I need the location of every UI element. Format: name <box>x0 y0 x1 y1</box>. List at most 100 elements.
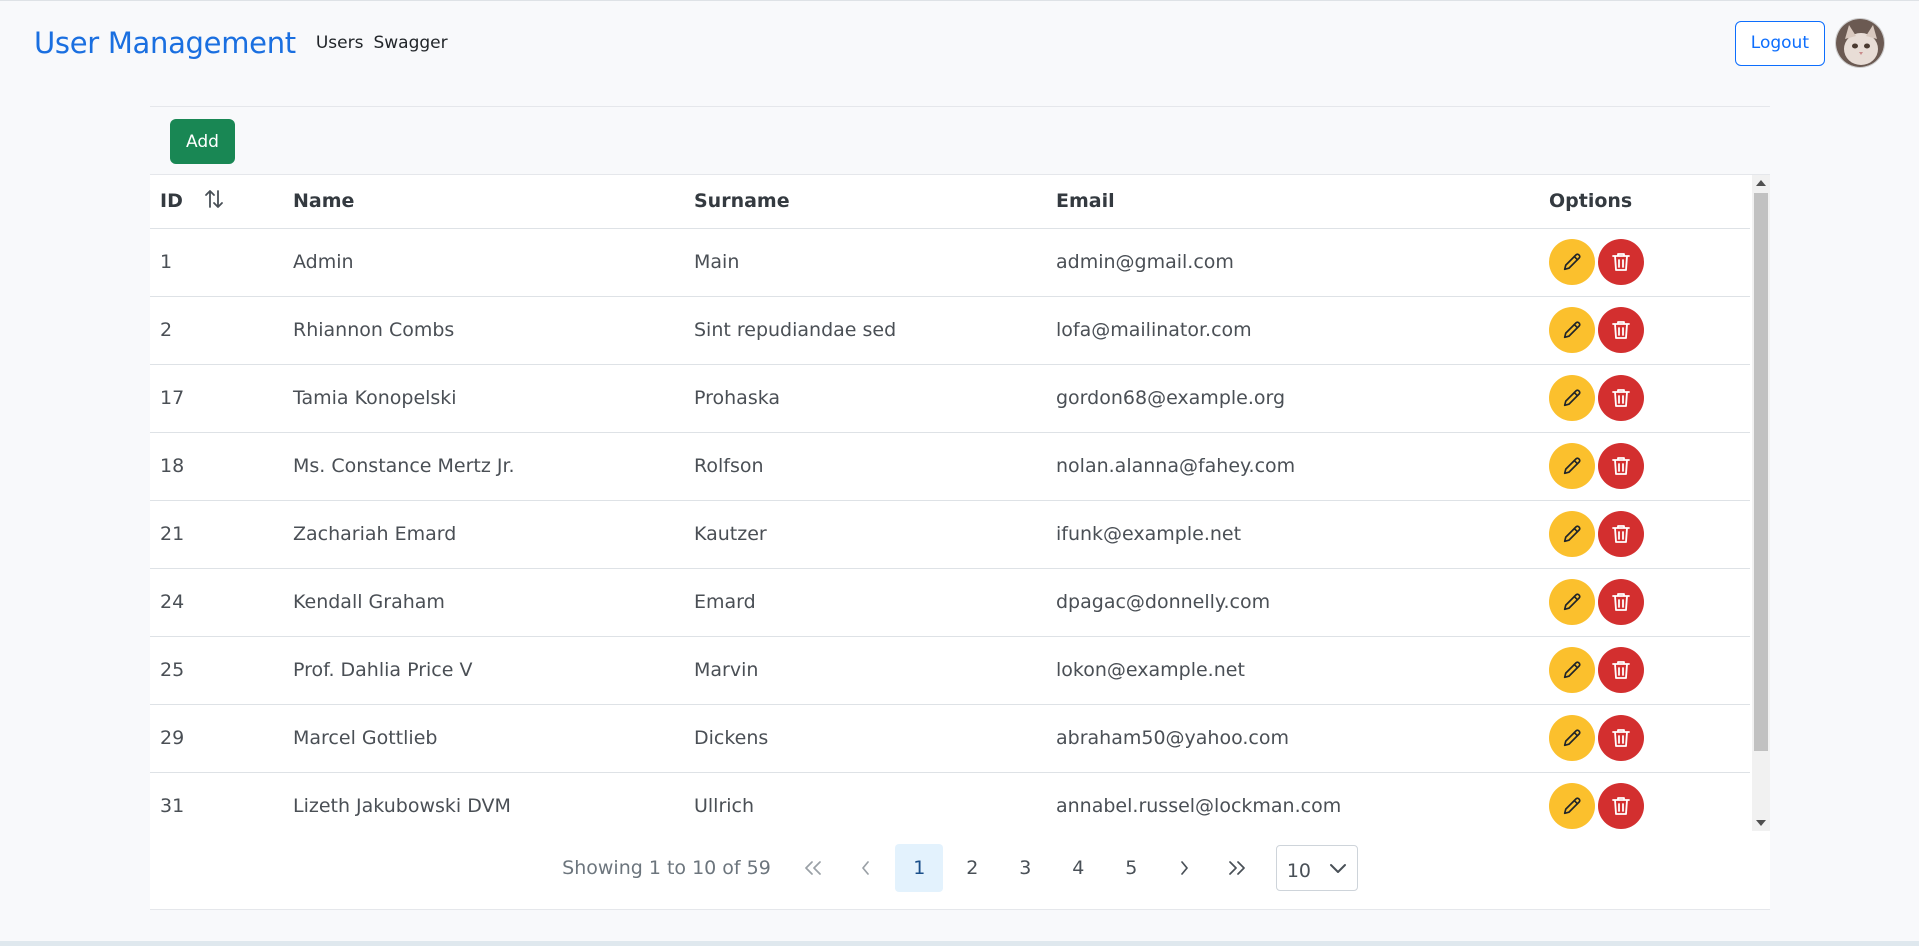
cell-email: lofa@mailinator.com <box>1046 296 1539 365</box>
delete-user-button[interactable] <box>1598 647 1644 693</box>
edit-user-button[interactable] <box>1549 443 1595 489</box>
pencil-icon <box>1561 591 1583 613</box>
cell-name: Ms. Constance Mertz Jr. <box>283 432 684 501</box>
cell-name: Admin <box>283 228 684 297</box>
cell-surname: Main <box>684 228 1046 297</box>
table-scrollbar[interactable] <box>1752 175 1770 831</box>
table-body: 1 Admin Main admin@gmail.com 2 Rhiannon Combs… <box>150 228 1750 831</box>
cell-id: 29 <box>150 704 283 773</box>
cell-options <box>1539 704 1750 773</box>
scroll-up-arrow-icon[interactable] <box>1752 175 1770 191</box>
cell-email: annabel.russel@lockman.com <box>1046 772 1539 831</box>
column-header-id[interactable]: ID <box>150 175 283 229</box>
pencil-icon <box>1561 251 1583 273</box>
edit-user-button[interactable] <box>1549 783 1595 829</box>
nav-link-users[interactable]: Users <box>316 33 364 53</box>
cell-id: 25 <box>150 636 283 705</box>
brand-title[interactable]: User Management <box>34 26 296 60</box>
cat-avatar-icon <box>1836 19 1884 67</box>
cell-id: 1 <box>150 228 283 297</box>
double-chevron-left-icon <box>805 861 822 875</box>
trash-icon <box>1611 727 1631 749</box>
navbar: User Management Users Swagger Logout <box>0 1 1919 85</box>
pagination-summary: Showing 1 to 10 of 59 <box>562 857 771 879</box>
page-button-2[interactable]: 2 <box>948 844 996 892</box>
logout-button[interactable]: Logout <box>1734 20 1825 66</box>
rows-per-page-value: 10 <box>1286 860 1312 882</box>
last-page-button[interactable] <box>1213 844 1261 892</box>
cell-options <box>1539 228 1750 297</box>
pencil-icon <box>1561 387 1583 409</box>
cell-surname: Kautzer <box>684 500 1046 569</box>
cell-id: 24 <box>150 568 283 637</box>
table-row: 1 Admin Main admin@gmail.com <box>150 228 1750 297</box>
cell-email: lokon@example.net <box>1046 636 1539 705</box>
page-button-4[interactable]: 4 <box>1054 844 1102 892</box>
table-header-row: ID Name Surname Email Options <box>150 175 1750 229</box>
edit-user-button[interactable] <box>1549 511 1595 557</box>
next-page-button[interactable] <box>1160 844 1208 892</box>
table-row: 24 Kendall Graham Emard dpagac@donnelly.com <box>150 568 1750 637</box>
delete-user-button[interactable] <box>1598 239 1644 285</box>
cell-name: Tamia Konopelski <box>283 364 684 433</box>
cell-surname: Prohaska <box>684 364 1046 433</box>
page-button-1[interactable]: 1 <box>895 844 944 892</box>
column-header-email: Email <box>1046 175 1539 229</box>
rows-per-page-select[interactable]: 10 <box>1275 845 1358 891</box>
chevron-right-icon <box>1181 861 1189 875</box>
prev-page-button[interactable] <box>842 844 890 892</box>
cell-options <box>1539 296 1750 365</box>
edit-user-button[interactable] <box>1549 579 1595 625</box>
cell-options <box>1539 364 1750 433</box>
cell-email: abraham50@yahoo.com <box>1046 704 1539 773</box>
page-button-5[interactable]: 5 <box>1107 844 1155 892</box>
delete-user-button[interactable] <box>1598 783 1644 829</box>
cell-surname: Marvin <box>684 636 1046 705</box>
cell-surname: Rolfson <box>684 432 1046 501</box>
delete-user-button[interactable] <box>1598 307 1644 353</box>
cell-surname: Ullrich <box>684 772 1046 831</box>
avatar[interactable] <box>1835 18 1885 68</box>
chevron-left-icon <box>862 861 870 875</box>
pencil-icon <box>1561 659 1583 681</box>
nav-link-swagger[interactable]: Swagger <box>373 33 447 53</box>
cell-options <box>1539 772 1750 831</box>
cell-name: Prof. Dahlia Price V <box>283 636 684 705</box>
table-row: 2 Rhiannon Combs Sint repudiandae sed lofa@… <box>150 296 1750 365</box>
delete-user-button[interactable] <box>1598 511 1644 557</box>
pencil-icon <box>1561 795 1583 817</box>
table-row: 31 Lizeth Jakubowski DVM Ullrich annabel.ru… <box>150 772 1750 831</box>
scroll-thumb[interactable] <box>1754 193 1768 751</box>
pagination: Showing 1 to 10 of 59 1 2 3 4 5 10 <box>150 843 1770 893</box>
cell-id: 2 <box>150 296 283 365</box>
page-button-3[interactable]: 3 <box>1001 844 1049 892</box>
cell-name: Marcel Gottlieb <box>283 704 684 773</box>
edit-user-button[interactable] <box>1549 647 1595 693</box>
edit-user-button[interactable] <box>1549 307 1595 353</box>
sort-icon[interactable] <box>203 188 225 215</box>
cell-id: 17 <box>150 364 283 433</box>
add-user-button[interactable]: Add <box>170 119 235 164</box>
cell-options <box>1539 432 1750 501</box>
bottom-strip <box>0 941 1919 946</box>
trash-icon <box>1611 319 1631 341</box>
delete-user-button[interactable] <box>1598 715 1644 761</box>
delete-user-button[interactable] <box>1598 443 1644 489</box>
scroll-down-arrow-icon[interactable] <box>1752 815 1770 831</box>
table-row: 17 Tamia Konopelski Prohaska gordon68@examp… <box>150 364 1750 433</box>
edit-user-button[interactable] <box>1549 239 1595 285</box>
first-page-button[interactable] <box>789 844 837 892</box>
column-header-id-label: ID <box>160 189 183 212</box>
cell-name: Kendall Graham <box>283 568 684 637</box>
cell-id: 18 <box>150 432 283 501</box>
delete-user-button[interactable] <box>1598 375 1644 421</box>
cell-id: 21 <box>150 500 283 569</box>
delete-user-button[interactable] <box>1598 579 1644 625</box>
pencil-icon <box>1561 523 1583 545</box>
edit-user-button[interactable] <box>1549 375 1595 421</box>
cell-options <box>1539 500 1750 569</box>
cell-options <box>1539 636 1750 705</box>
cell-email: admin@gmail.com <box>1046 228 1539 297</box>
edit-user-button[interactable] <box>1549 715 1595 761</box>
trash-icon <box>1611 659 1631 681</box>
